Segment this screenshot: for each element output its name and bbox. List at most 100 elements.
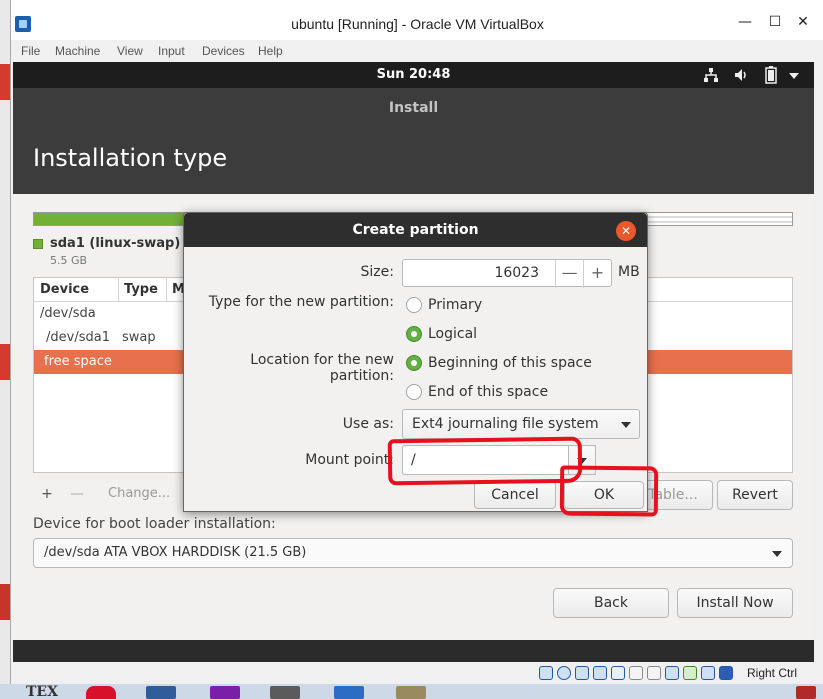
install-now-button[interactable]: Install Now [677, 588, 793, 618]
gnome-top-bar: Sun 20:48 [13, 62, 814, 88]
host-app-icon[interactable] [0, 64, 10, 100]
taskbar-virtualbox-icon[interactable] [146, 686, 176, 699]
menu-input[interactable]: Input [158, 44, 185, 58]
menu-machine[interactable]: Machine [55, 44, 100, 58]
shared-folders-icon[interactable] [629, 666, 643, 680]
window-titlebar[interactable]: ubuntu [Running] - Oracle VM VirtualBox … [11, 0, 823, 40]
mouse-integration-icon[interactable] [701, 666, 715, 680]
taskbar-opera-icon[interactable] [86, 686, 116, 699]
usb-icon[interactable] [611, 666, 625, 680]
dialog-title: Create partition [352, 222, 479, 238]
legend-partition-name: sda1 (linux-swap) [50, 236, 181, 251]
logical-radio-label[interactable]: Logical [428, 326, 477, 342]
end-radio[interactable] [406, 384, 422, 400]
mount-point-label: Mount point: [305, 452, 394, 468]
hard-disk-icon[interactable] [539, 666, 553, 680]
keyboard-capture-icon[interactable] [719, 666, 733, 680]
taskbar-app-icon[interactable] [270, 686, 300, 699]
maximize-button[interactable]: ☐ [761, 10, 789, 34]
taskbar-paint-icon[interactable] [396, 686, 426, 699]
row-type: swap [122, 330, 156, 345]
dialog-titlebar[interactable]: Create partition ✕ [184, 213, 647, 247]
mount-point-value: / [411, 452, 416, 468]
virtualbox-status-bar: Right Ctrl [11, 662, 823, 684]
row-device: free space [44, 354, 112, 369]
taskbar-app-icon[interactable] [210, 686, 240, 699]
chevron-down-icon [577, 458, 587, 464]
network-icon[interactable] [703, 67, 719, 83]
guest-bottom-strip [13, 640, 814, 662]
beginning-radio[interactable] [406, 355, 422, 371]
size-spinner[interactable]: 16023 — + [402, 259, 612, 288]
column-header-type[interactable]: Type [124, 282, 158, 297]
column-divider [166, 278, 167, 302]
size-unit: MB [618, 264, 640, 280]
end-radio-label[interactable]: End of this space [428, 384, 548, 400]
menu-help[interactable]: Help [258, 44, 283, 58]
chevron-down-icon [772, 551, 782, 557]
chevron-down-icon [621, 422, 631, 428]
clock[interactable]: Sun 20:48 [13, 67, 814, 82]
partition-type-label: Type for the new partition: [208, 294, 394, 310]
beginning-radio-label[interactable]: Beginning of this space [428, 355, 592, 371]
size-increase-button[interactable]: + [583, 260, 611, 288]
ok-button[interactable]: OK [564, 481, 644, 509]
column-divider [118, 278, 119, 302]
primary-radio[interactable] [406, 297, 422, 313]
host-key-label: Right Ctrl [747, 666, 798, 680]
taskbar-tex-app[interactable]: TEX [26, 684, 58, 699]
virtualbox-window: ubuntu [Running] - Oracle VM VirtualBox … [10, 0, 823, 684]
cancel-button[interactable]: Cancel [474, 481, 556, 509]
menu-bar: File Machine View Input Devices Help [11, 40, 823, 62]
host-app-icon[interactable] [0, 584, 10, 620]
dialog-close-button[interactable]: ✕ [616, 221, 636, 241]
boot-loader-device-select[interactable]: /dev/sda ATA VBOX HARDDISK (21.5 GB) [33, 538, 793, 568]
legend-swatch [33, 239, 43, 249]
menu-devices[interactable]: Devices [202, 44, 245, 58]
mount-point-input[interactable]: / [402, 445, 596, 475]
menu-caret-icon[interactable] [789, 73, 799, 79]
page-title: Installation type [33, 144, 228, 172]
installer-app-title: Install [388, 100, 439, 116]
size-label: Size: [360, 264, 394, 280]
recording-icon[interactable] [665, 666, 679, 680]
close-window-button[interactable]: ✕ [789, 10, 817, 34]
row-device: /dev/sda [40, 306, 96, 321]
volume-icon[interactable] [733, 67, 749, 83]
use-as-label: Use as: [342, 416, 394, 432]
guest-screen: Sun 20:48 Install Installation type sda1… [13, 62, 814, 662]
mount-point-dropdown-button[interactable] [568, 445, 596, 475]
size-value: 16023 [494, 265, 539, 281]
revert-button[interactable]: Revert [717, 480, 793, 510]
boot-loader-label: Device for boot loader installation: [33, 516, 276, 532]
network-adapter-icon[interactable] [593, 666, 607, 680]
column-header-device[interactable]: Device [40, 282, 89, 297]
use-as-select[interactable]: Ext4 journaling file system [402, 409, 640, 439]
add-partition-button[interactable]: + [33, 480, 61, 508]
window-title: ubuntu [Running] - Oracle VM VirtualBox [291, 16, 544, 32]
boot-device-value: /dev/sda ATA VBOX HARDDISK (21.5 GB) [44, 545, 307, 560]
minimize-button[interactable]: — [731, 10, 759, 34]
audio-icon[interactable] [575, 666, 589, 680]
menu-view[interactable]: View [117, 44, 143, 58]
menu-file[interactable]: File [21, 44, 40, 58]
virtualization-icon[interactable] [683, 666, 697, 680]
legend-partition-size: 5.5 GB [50, 254, 88, 267]
location-label: Location for the new partition: [250, 352, 394, 384]
host-taskbar: TEX [0, 684, 823, 699]
host-app-icon[interactable] [0, 344, 10, 380]
primary-radio-label[interactable]: Primary [428, 297, 482, 313]
logical-radio[interactable] [406, 326, 422, 342]
taskbar-tray-icon[interactable] [796, 686, 816, 699]
size-decrease-button[interactable]: — [555, 260, 583, 288]
use-as-value: Ext4 journaling file system [412, 416, 599, 432]
change-partition-button[interactable]: Change... [108, 486, 170, 501]
taskbar-word-icon[interactable] [334, 686, 364, 699]
optical-drive-icon[interactable] [557, 666, 571, 680]
partition-bar-swap-segment [34, 213, 184, 225]
display-icon[interactable] [647, 666, 661, 680]
create-partition-dialog: Create partition ✕ Size: 16023 — + MB Ty… [183, 212, 648, 512]
battery-icon[interactable] [765, 66, 777, 84]
back-button[interactable]: Back [553, 588, 669, 618]
remove-partition-button[interactable]: — [63, 480, 91, 508]
